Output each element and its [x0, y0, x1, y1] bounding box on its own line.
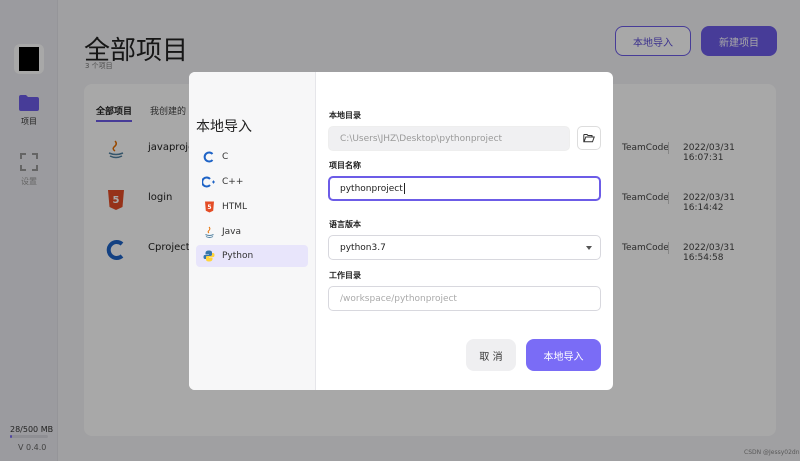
cpp-lang-icon [202, 176, 215, 188]
java-icon [204, 226, 214, 238]
local-dir-field: C:\Users\JHZ\Desktop\pythonproject [328, 126, 570, 151]
language-option-html[interactable]: 5 HTML [196, 196, 308, 218]
language-label: C [222, 152, 229, 162]
local-import-dialog: 本地导入 C C++ 5 HTML Java Python 本地目录 C:\Us… [189, 72, 613, 390]
project-name-input[interactable]: pythonproject [328, 176, 601, 201]
language-version-select[interactable]: python3.7 [328, 235, 601, 260]
dialog-title: 本地导入 [196, 119, 252, 135]
html5-icon: 5 [204, 201, 214, 213]
browse-folder-button[interactable] [577, 126, 601, 150]
python-icon [203, 250, 215, 262]
language-option-java[interactable]: Java [196, 221, 308, 243]
caret-down-icon [586, 246, 592, 250]
language-label: Java [222, 227, 242, 237]
language-list: 本地导入 C C++ 5 HTML Java Python [189, 72, 316, 390]
language-option-python[interactable]: Python [196, 245, 308, 267]
language-option-c[interactable]: C [196, 146, 308, 168]
language-version-value: python3.7 [340, 242, 386, 253]
cancel-button[interactable]: 取 消 [466, 339, 516, 371]
language-option-cpp[interactable]: C++ [196, 171, 308, 193]
work-dir-label: 工作目录 [329, 271, 361, 280]
work-dir-input[interactable]: /workspace/pythonproject [328, 286, 601, 311]
project-name-label: 项目名称 [329, 161, 361, 170]
project-name-value: pythonproject [340, 183, 403, 194]
language-label: HTML [222, 202, 248, 212]
c-lang-icon [203, 151, 214, 163]
svg-text:5: 5 [207, 204, 211, 211]
language-label: Python [222, 251, 254, 261]
language-label: C++ [222, 177, 244, 187]
folder-open-icon [583, 134, 595, 143]
language-version-label: 语言版本 [329, 220, 361, 229]
confirm-import-button[interactable]: 本地导入 [526, 339, 601, 371]
local-dir-label: 本地目录 [329, 111, 361, 120]
